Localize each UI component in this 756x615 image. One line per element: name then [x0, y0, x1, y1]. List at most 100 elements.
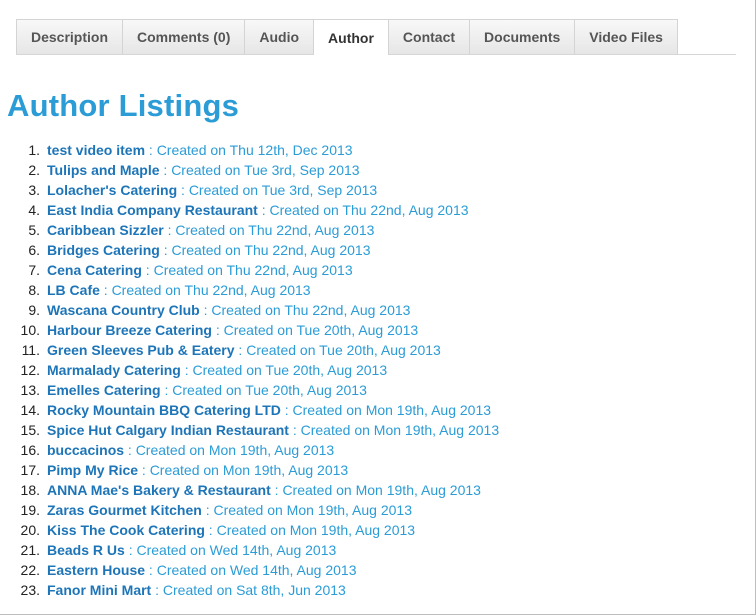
- list-item-number: 9.: [28, 302, 40, 318]
- created-date: Thu 22nd, Aug 2013: [342, 202, 469, 218]
- listing-title-link[interactable]: Kiss The Cook Catering: [47, 522, 205, 538]
- created-on-label: : Created on: [211, 322, 297, 338]
- listing-title-link[interactable]: Fanor Mini Mart: [47, 582, 151, 598]
- list-item-number: 4.: [28, 202, 40, 218]
- created-on-label: : Created on: [159, 162, 245, 178]
- listing-title-link[interactable]: Beads R Us: [47, 542, 125, 558]
- created-on-label: : Created on: [145, 142, 230, 158]
- tab-contact[interactable]: Contact: [387, 19, 471, 54]
- list-item-number: 1.: [28, 142, 40, 158]
- list-item-number: 7.: [28, 262, 40, 278]
- listing-title-link[interactable]: Harbour Breeze Catering: [47, 322, 212, 338]
- listing-title-link[interactable]: buccacinos: [47, 442, 124, 458]
- created-date: Mon 19th, Aug 2013: [373, 422, 500, 438]
- created-date: Mon 19th, Aug 2013: [289, 522, 416, 538]
- listing-title-link[interactable]: Eastern House: [47, 562, 145, 578]
- created-date: Thu 22nd, Aug 2013: [226, 262, 353, 278]
- created-on-label: : Created on: [138, 462, 223, 478]
- list-item: 12. Marmalady Catering : Created on Tue 2…: [0, 360, 740, 380]
- list-item-number: 14.: [20, 402, 40, 418]
- listing-title-link[interactable]: Lolacher's Catering: [47, 182, 177, 198]
- list-item-number: 15.: [20, 422, 40, 438]
- created-on-label: : Created on: [234, 342, 320, 358]
- created-date: Tue 20th, Aug 2013: [319, 342, 441, 358]
- listing-title-link[interactable]: Tulips and Maple: [47, 162, 160, 178]
- listing-title-link[interactable]: Pimp My Rice: [47, 462, 138, 478]
- list-item: 2. Tulips and Maple : Created on Tue 3rd,…: [0, 160, 740, 180]
- list-item: 11. Green Sleeves Pub & Eatery : Created …: [0, 340, 740, 360]
- list-item: 13. Emelles Catering : Created on Tue 20t…: [0, 380, 740, 400]
- listing-title-link[interactable]: Spice Hut Calgary Indian Restaurant: [47, 422, 289, 438]
- created-on-label: : Created on: [199, 302, 285, 318]
- tab-video-files[interactable]: Video Files: [574, 19, 678, 54]
- list-item: 4. East India Company Restaurant : Create…: [0, 200, 740, 220]
- tab-author[interactable]: Author: [313, 19, 389, 55]
- created-on-label: : Created on: [145, 562, 230, 578]
- listing-title-link[interactable]: ANNA Mae's Bakery & Restaurant: [47, 482, 271, 498]
- listing-title-link[interactable]: Rocky Mountain BBQ Catering LTD: [47, 402, 281, 418]
- list-item: 17. Pimp My Rice : Created on Mon 19th, A…: [0, 460, 740, 480]
- created-on-label: : Created on: [124, 442, 209, 458]
- list-item-number: 6.: [28, 242, 40, 258]
- listing-title-link[interactable]: Cena Catering: [47, 262, 142, 278]
- created-date: Thu 22nd, Aug 2013: [248, 222, 375, 238]
- created-on-label: : Created on: [159, 242, 245, 258]
- tab-bar: Description Comments (0) Audio Author Contac…: [16, 19, 736, 55]
- created-date: Tue 3rd, Sep 2013: [244, 162, 360, 178]
- list-item: 5. Caribbean Sizzler : Created on Thu 22n…: [0, 220, 740, 240]
- tab-documents[interactable]: Documents: [469, 19, 576, 54]
- created-on-label: : Created on: [141, 262, 227, 278]
- listing-title-link[interactable]: test video item: [47, 142, 145, 158]
- listing-title-link[interactable]: Marmalady Catering: [47, 362, 181, 378]
- created-date: Mon 19th, Aug 2013: [222, 462, 349, 478]
- created-date: Thu 22nd, Aug 2013: [244, 242, 371, 258]
- listing-title-link[interactable]: Caribbean Sizzler: [47, 222, 164, 238]
- list-item: 7. Cena Catering : Created on Thu 22nd, A…: [0, 260, 740, 280]
- created-on-label: : Created on: [201, 502, 287, 518]
- list-item-number: 5.: [28, 222, 40, 238]
- created-date: Tue 20th, Aug 2013: [265, 362, 388, 378]
- created-on-label: : Created on: [257, 202, 343, 218]
- list-item-number: 19.: [20, 502, 40, 518]
- list-item: 8. LB Cafe : Created on Thu 22nd, Aug 201…: [0, 280, 740, 300]
- created-date: Tue 20th, Aug 2013: [245, 382, 367, 398]
- list-item-number: 17.: [20, 462, 40, 478]
- created-date: Thu 12th, Dec 2013: [229, 142, 353, 158]
- listing-title-link[interactable]: Emelles Catering: [47, 382, 161, 398]
- list-item: 21. Beads R Us : Created on Wed 14th, Aug…: [0, 540, 740, 560]
- list-item: 19. Zaras Gourmet Kitchen : Created on Mo…: [0, 500, 740, 520]
- list-item-number: 16.: [20, 442, 40, 458]
- created-date: Mon 19th, Aug 2013: [286, 502, 412, 518]
- list-item-number: 23.: [20, 582, 40, 598]
- created-on-label: : Created on: [288, 422, 374, 438]
- created-on-label: : Created on: [163, 222, 249, 238]
- created-date: Thu 22nd, Aug 2013: [184, 282, 311, 298]
- list-item-number: 12.: [20, 362, 40, 378]
- listing-title-link[interactable]: LB Cafe: [47, 282, 100, 298]
- listing-title-link[interactable]: Green Sleeves Pub & Eatery: [47, 342, 235, 358]
- created-date: Mon 19th, Aug 2013: [355, 482, 481, 498]
- created-date: Wed 14th, Aug 2013: [229, 562, 357, 578]
- list-item-number: 2.: [28, 162, 40, 178]
- tab-description[interactable]: Description: [16, 19, 124, 54]
- created-date: Sat 8th, Jun 2013: [236, 582, 346, 598]
- list-item: 1. test video item : Created on Thu 12th,…: [0, 140, 740, 160]
- list-item-number: 8.: [28, 282, 40, 298]
- created-on-label: : Created on: [99, 282, 185, 298]
- page-frame: Description Comments (0) Audio Author Contac…: [0, 0, 756, 615]
- listing-title-link[interactable]: Wascana Country Club: [47, 302, 200, 318]
- created-on-label: : Created on: [177, 182, 262, 198]
- list-item: 6. Bridges Catering : Created on Thu 22nd…: [0, 240, 740, 260]
- tab-comments[interactable]: Comments (0): [122, 19, 246, 54]
- listing-title-link[interactable]: East India Company Restaurant: [47, 202, 258, 218]
- listing-title-link[interactable]: Bridges Catering: [47, 242, 160, 258]
- created-on-label: : Created on: [124, 542, 210, 558]
- list-item-number: 10.: [20, 322, 40, 338]
- created-date: Thu 22nd, Aug 2013: [284, 302, 411, 318]
- created-on-label: : Created on: [180, 362, 266, 378]
- tab-audio[interactable]: Audio: [244, 19, 315, 54]
- list-item-number: 21.: [20, 542, 40, 558]
- list-item-number: 13.: [20, 382, 40, 398]
- list-item: 3. Lolacher's Catering : Created on Tue 3…: [0, 180, 740, 200]
- listing-title-link[interactable]: Zaras Gourmet Kitchen: [47, 502, 202, 518]
